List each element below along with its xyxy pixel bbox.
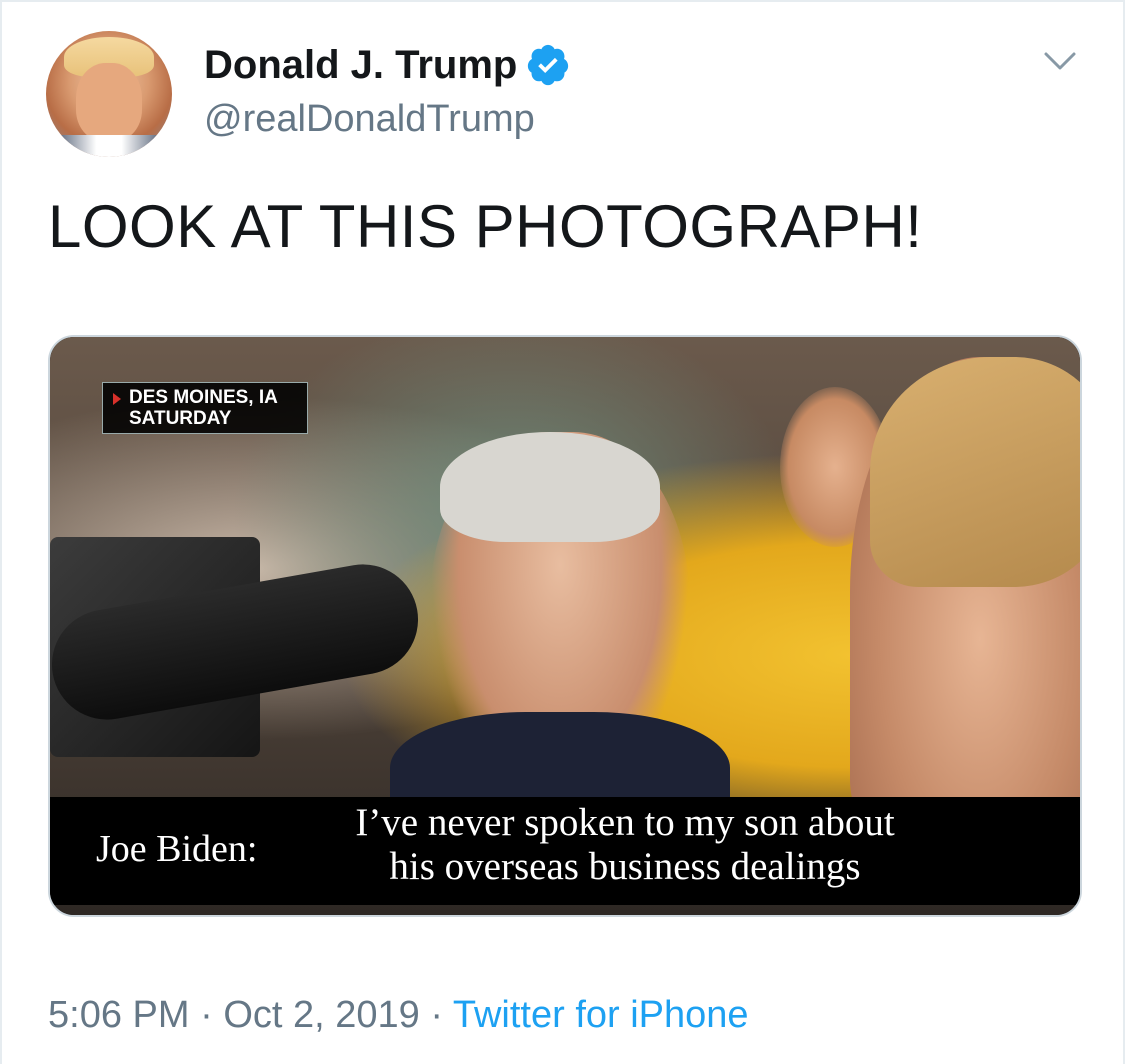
caption-bar: Joe Biden: I’ve never spoken to my son a…	[50, 797, 1080, 905]
caption-speaker: Joe Biden:	[96, 828, 258, 870]
photo-interviewer	[850, 357, 1080, 827]
separator: ·	[200, 994, 213, 1036]
author-name-row[interactable]: Donald J. Trump	[204, 42, 571, 88]
author-name[interactable]: Donald J. Trump	[204, 43, 517, 88]
location-line-2: SATURDAY	[129, 408, 232, 429]
location-tag: DES MOINES, IA SATURDAY	[102, 382, 308, 434]
photo-subject	[390, 432, 730, 852]
verified-badge-icon	[528, 44, 569, 86]
tweet-card: Donald J. Trump @realDonaldTrump LOOK AT…	[0, 0, 1125, 1064]
tweet-footer: 5:06 PM · Oct 2, 2019 · Twitter for iPho…	[48, 994, 749, 1037]
caption-quote-line-1: I’ve never spoken to my son about	[355, 801, 895, 844]
separator: ·	[430, 994, 443, 1036]
tweet-text: LOOK AT THIS PHOTOGRAPH!	[48, 193, 923, 260]
caption-quote-line-2: his overseas business dealings	[389, 845, 861, 888]
tweet-date[interactable]: Oct 2, 2019	[223, 994, 419, 1036]
chevron-down-icon[interactable]	[1040, 44, 1080, 78]
caption-quote: I’ve never spoken to my son about his ov…	[300, 801, 950, 889]
location-marker-icon	[113, 393, 121, 405]
avatar-shirt	[46, 135, 172, 157]
tweet-source-link[interactable]: Twitter for iPhone	[453, 994, 749, 1036]
tweet-time[interactable]: 5:06 PM	[48, 994, 190, 1036]
tweet-media-image[interactable]: DES MOINES, IA SATURDAY Joe Biden: I’ve …	[48, 335, 1082, 917]
avatar-face	[76, 63, 142, 141]
location-line-1: DES MOINES, IA	[129, 387, 278, 408]
photo-subject-hair	[440, 432, 660, 542]
author-handle[interactable]: @realDonaldTrump	[204, 98, 535, 141]
avatar[interactable]	[46, 31, 172, 157]
